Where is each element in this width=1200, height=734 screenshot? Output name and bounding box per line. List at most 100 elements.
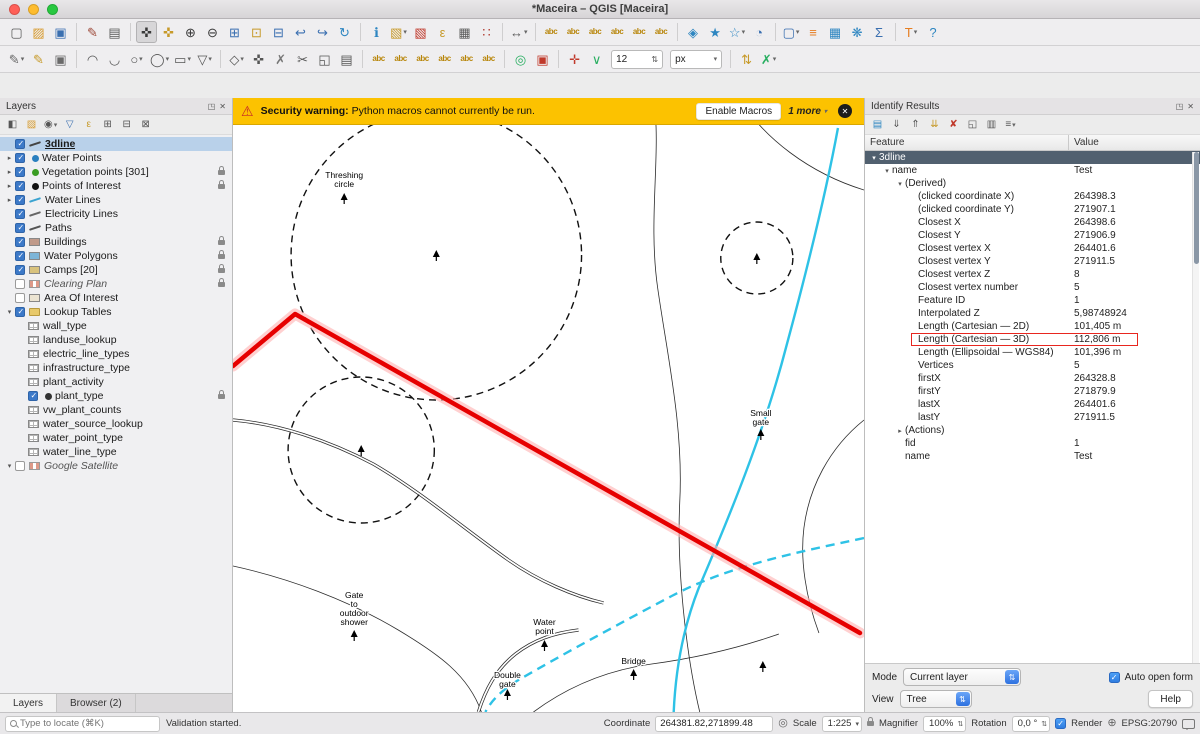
- select-features-icon-dropdown[interactable]: ▾: [403, 28, 407, 36]
- show-hide-labels-icon[interactable]: abc: [434, 48, 455, 70]
- layer-visibility-checkbox[interactable]: [15, 153, 25, 163]
- map-refresh-icon[interactable]: ↻: [334, 21, 355, 43]
- layer-item-clearing-plan[interactable]: Clearing Plan: [0, 277, 232, 291]
- zoom-next-icon[interactable]: ↪: [312, 21, 333, 43]
- layer-item-buildings[interactable]: Buildings: [0, 235, 232, 249]
- identify-row-name[interactable]: nameTest: [865, 450, 1200, 463]
- layer-visibility-checkbox[interactable]: [15, 307, 25, 317]
- osm-place-search-icon[interactable]: ◎: [510, 48, 531, 70]
- vertex-tool-icon-dropdown[interactable]: ▾: [240, 55, 244, 63]
- zoom-out-icon[interactable]: ⊖: [202, 21, 223, 43]
- identify-row-length-ellipsoidal-wgs84[interactable]: Length (Ellipsoidal — WGS84)101,396 m: [865, 346, 1200, 359]
- identify-form-view-icon[interactable]: ▤: [869, 116, 886, 133]
- pan-map-icon[interactable]: ✜: [136, 21, 157, 43]
- value-column-header[interactable]: Value: [1069, 135, 1200, 150]
- panel-float-icon[interactable]: ◳: [208, 102, 216, 111]
- layer-item-water-points[interactable]: ▸Water Points: [0, 151, 232, 165]
- expand-arrow-icon[interactable]: ▸: [895, 427, 905, 435]
- rotate-label-icon[interactable]: abc: [629, 21, 650, 43]
- panel-close-icon[interactable]: ✕: [1187, 102, 1194, 111]
- perpendicular-icon[interactable]: ⇅: [736, 48, 757, 70]
- layer-visibility-checkbox[interactable]: [15, 139, 25, 149]
- layer-item-infrastructure-type[interactable]: infrastructure_type: [0, 361, 232, 375]
- vertex-tool-icon[interactable]: ◇▾: [226, 48, 247, 70]
- layer-item-3dline[interactable]: 3dline: [0, 137, 232, 151]
- locator-search[interactable]: [5, 716, 160, 732]
- magnifier-combo[interactable]: 100%⇅: [923, 716, 966, 732]
- layer-item-water-point-type[interactable]: water_point_type: [0, 431, 232, 445]
- project-save-icon[interactable]: ▣: [50, 21, 71, 43]
- change-label-properties-icon[interactable]: abc: [478, 48, 499, 70]
- new-map-view-icon[interactable]: ▢▾: [781, 21, 802, 43]
- layer-item-vegetation-points-301[interactable]: ▸Vegetation points [301]: [0, 165, 232, 179]
- layout-manager-icon[interactable]: ▤: [104, 21, 125, 43]
- expand-arrow-icon[interactable]: ▸: [4, 168, 15, 176]
- identify-features-icon[interactable]: ℹ: [366, 21, 387, 43]
- field-calculator-icon[interactable]: ∷: [476, 21, 497, 43]
- highlight-pinned-labels-icon[interactable]: abc: [585, 21, 606, 43]
- identify-row-fid[interactable]: fid1: [865, 437, 1200, 450]
- style-manager-icon[interactable]: ✎: [82, 21, 103, 43]
- render-checkbox[interactable]: [1055, 718, 1066, 729]
- map-tips-icon[interactable]: ◈: [683, 21, 704, 43]
- show-labels-icon[interactable]: abc: [541, 21, 562, 43]
- dock-tab-browser-2[interactable]: Browser (2): [57, 694, 136, 712]
- zoom-to-selection-icon[interactable]: ⊡: [246, 21, 267, 43]
- identify-row-closest-vertex-z[interactable]: Closest vertex Z8: [865, 268, 1200, 281]
- add-group-icon[interactable]: ▨: [23, 116, 40, 133]
- expand-arrow-icon[interactable]: ▸: [4, 196, 15, 204]
- layer-item-electric-line-types[interactable]: electric_line_types: [0, 347, 232, 361]
- identify-row-clicked-coordinate-y[interactable]: (clicked coordinate Y)271907.1: [865, 203, 1200, 216]
- expand-arrow-icon[interactable]: ▾: [4, 462, 15, 470]
- identify-row-interpolated-z[interactable]: Interpolated Z5,98748924: [865, 307, 1200, 320]
- toggle-extents-icon[interactable]: ◎: [778, 718, 788, 729]
- identify-row-closest-y[interactable]: Closest Y271906.9: [865, 229, 1200, 242]
- manage-map-themes-icon[interactable]: ◉▾: [42, 116, 59, 133]
- layer-item-area-of-interest[interactable]: Area Of Interest: [0, 291, 232, 305]
- pin-unpin-labels-icon[interactable]: abc: [412, 48, 433, 70]
- deselect-features-icon[interactable]: ▧: [410, 21, 431, 43]
- zoom-in-icon[interactable]: ⊕: [180, 21, 201, 43]
- select-features-icon[interactable]: ▧▾: [388, 21, 409, 43]
- layer-visibility-checkbox[interactable]: [15, 461, 25, 471]
- crs-label[interactable]: EPSG:20790: [1122, 718, 1177, 729]
- add-circle-icon[interactable]: ○▾: [126, 48, 147, 70]
- add-circular-string-radius-icon[interactable]: ◡: [104, 48, 125, 70]
- cad-unit-select-dropdown[interactable]: ▾: [714, 55, 718, 63]
- new-map-view-icon-dropdown[interactable]: ▾: [796, 28, 800, 36]
- map-canvas[interactable]: ThreshingcircleSmallgateGatetooutdoorsho…: [233, 98, 864, 712]
- layer-item-wall-type[interactable]: wall_type: [0, 319, 232, 333]
- add-rectangle-icon-dropdown[interactable]: ▾: [187, 55, 191, 63]
- layer-visibility-checkbox[interactable]: [15, 181, 25, 191]
- identify-row-closest-vertex-y[interactable]: Closest vertex Y271911.5: [865, 255, 1200, 268]
- paste-features-icon[interactable]: ▤: [336, 48, 357, 70]
- layer-diagram-icon[interactable]: abc: [390, 48, 411, 70]
- select-by-expression-icon[interactable]: ε: [432, 21, 453, 43]
- view-select[interactable]: Tree⇅: [900, 690, 972, 708]
- disable-cad-icon-dropdown[interactable]: ▾: [773, 55, 777, 63]
- clear-results-icon[interactable]: ✘: [945, 116, 962, 133]
- more-warnings-button[interactable]: 1 more▾: [788, 106, 827, 117]
- move-label-icon[interactable]: abc: [607, 21, 628, 43]
- identify-row-closest-x[interactable]: Closest X264398.6: [865, 216, 1200, 229]
- expand-arrow-icon[interactable]: ▾: [869, 154, 879, 162]
- zoom-last-icon[interactable]: ↩: [290, 21, 311, 43]
- current-edits-icon-dropdown[interactable]: ▾: [21, 55, 25, 63]
- tracing-icon[interactable]: ∨: [586, 48, 607, 70]
- add-circle-icon-dropdown[interactable]: ▾: [139, 55, 143, 63]
- panel-close-icon[interactable]: ✕: [219, 102, 226, 111]
- identify-row-name[interactable]: ▾nameTest: [865, 164, 1200, 177]
- cut-features-icon[interactable]: ✂: [292, 48, 313, 70]
- zoom-full-icon[interactable]: ⊞: [224, 21, 245, 43]
- expand-arrow-icon[interactable]: ▾: [4, 308, 15, 316]
- layer-visibility-checkbox[interactable]: [15, 237, 25, 247]
- expand-arrow-icon[interactable]: ▾: [882, 167, 892, 175]
- project-open-icon[interactable]: ▨: [28, 21, 49, 43]
- enable-macros-button[interactable]: Enable Macros: [696, 103, 781, 120]
- identify-row-clicked-coordinate-x[interactable]: (clicked coordinate X)264398.3: [865, 190, 1200, 203]
- temporal-controller-icon[interactable]: ◔: [749, 21, 770, 43]
- plugin-icon[interactable]: ▣: [532, 48, 553, 70]
- show-bookmarks-icon[interactable]: ☆▾: [727, 21, 748, 43]
- print-response-icon[interactable]: ▥: [983, 116, 1000, 133]
- mode-select[interactable]: Current layer⇅: [903, 668, 1021, 686]
